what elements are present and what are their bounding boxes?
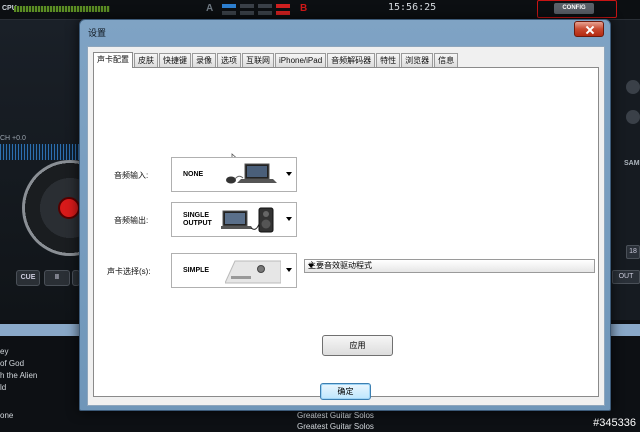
audio-output-select[interactable]: SINGLE OUTPUT — [171, 202, 297, 237]
config-button-label: CONFIG — [554, 3, 594, 14]
dialog-body: 声卡配置 皮肤 快捷键 录像 选项 互联网 iPhone/iPad 音频解码器 … — [87, 46, 605, 406]
right-knob[interactable] — [626, 110, 640, 124]
loop-18-button[interactable]: 18 — [626, 245, 640, 259]
config-button[interactable]: CONFIG — [537, 0, 617, 18]
apply-button[interactable]: 应用 — [322, 335, 393, 356]
sound-card-label: 声卡选择(s): — [107, 267, 151, 276]
tab-internet[interactable]: 互联网 — [242, 53, 274, 67]
card-preview: SIMPLE — [173, 255, 283, 286]
input-preview: NONE — [173, 159, 283, 190]
tab-features[interactable]: 特性 — [376, 53, 401, 67]
tab-info[interactable]: 信息 — [434, 53, 459, 67]
mixer-bar — [222, 4, 236, 8]
jog-center — [58, 197, 80, 219]
pitch-label: CH +0.0 — [0, 135, 26, 142]
deck-a-indicator[interactable]: A — [206, 3, 213, 14]
ok-button[interactable]: 确定 — [320, 383, 371, 400]
album-cell: Greatest Guitar Solos — [297, 422, 374, 431]
audio-output-label: 音频输出: — [114, 216, 149, 225]
laptop-speaker-icon — [221, 207, 274, 233]
chevron-down-icon — [308, 264, 314, 268]
clock: 15:56:25 — [388, 2, 437, 13]
out-button[interactable]: OUT — [612, 270, 640, 284]
output-preview: SINGLE OUTPUT — [173, 204, 283, 235]
settings-dialog: 设置 声卡配置 皮肤 快捷键 录像 选项 互联网 iPhone/iPad 音频解… — [79, 19, 611, 411]
tab-skins[interactable]: 皮肤 — [134, 53, 158, 67]
sound-card-panel: 音频输入: NONE 音频输出: SINGLE OUTPUT 声卡选择(s): … — [93, 67, 599, 397]
dj-app: CPU A B 15:56:25 CONFIG CH +0.0 CUE II S… — [0, 0, 640, 432]
list-item[interactable]: ey — [0, 346, 8, 358]
audio-input-label: 音频输入: — [114, 171, 149, 180]
audio-jack-icon — [225, 260, 281, 284]
deck-b-indicator[interactable]: B — [300, 3, 307, 14]
cue-button[interactable]: CUE — [16, 270, 40, 286]
list-item[interactable]: of God — [0, 358, 24, 370]
driver-select-value: 主要音效驱动程式 — [308, 261, 372, 270]
list-item[interactable]: ld — [0, 382, 6, 394]
mixer-bar — [276, 4, 290, 8]
tab-sound-card[interactable]: 声卡配置 — [93, 52, 133, 68]
sound-card-value: SIMPLE — [183, 266, 210, 274]
watermark: #345336 — [593, 417, 636, 429]
sound-card-select[interactable]: SIMPLE — [171, 253, 297, 288]
chevron-down-icon — [286, 217, 292, 221]
tab-bar: 声卡配置 皮肤 快捷键 录像 选项 互联网 iPhone/iPad 音频解码器 … — [93, 52, 459, 68]
chevron-down-icon — [286, 268, 292, 272]
sample-label: SAM — [624, 160, 640, 167]
mixer-bar — [240, 11, 254, 15]
dialog-title: 设置 — [88, 28, 107, 38]
tab-video[interactable]: 录像 — [192, 53, 216, 67]
cpu-meter — [14, 6, 110, 12]
close-button[interactable] — [574, 21, 604, 37]
mixer-bar — [258, 4, 272, 8]
tab-options[interactable]: 选项 — [217, 53, 241, 67]
driver-select[interactable]: 主要音效驱动程式 — [304, 259, 595, 273]
chevron-down-icon — [286, 172, 292, 176]
laptop-mouse-icon — [226, 163, 277, 184]
mixer-bar — [276, 11, 290, 15]
waveform — [0, 144, 80, 160]
right-knob[interactable] — [626, 80, 640, 94]
pause-button[interactable]: II — [44, 270, 70, 286]
list-item[interactable]: one — [0, 410, 13, 422]
mixer-bar — [222, 11, 236, 15]
audio-input-select[interactable]: NONE — [171, 157, 297, 192]
list-item[interactable]: h the Alien — [0, 370, 37, 382]
tab-shortcuts[interactable]: 快捷键 — [159, 53, 191, 67]
mixer-bar — [240, 4, 254, 8]
top-bar: CPU A B 15:56:25 CONFIG — [0, 0, 640, 20]
tab-iphone-ipad[interactable]: iPhone/iPad — [275, 53, 327, 67]
tab-browser[interactable]: 浏览器 — [401, 53, 434, 67]
mixer-bar — [258, 11, 272, 15]
tab-audio-decoders[interactable]: 音频解码器 — [327, 53, 376, 67]
